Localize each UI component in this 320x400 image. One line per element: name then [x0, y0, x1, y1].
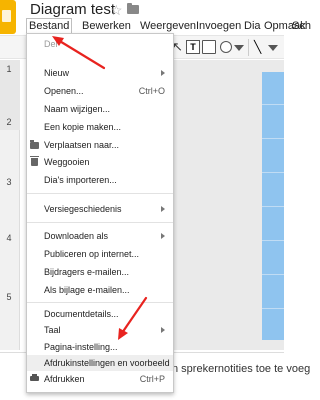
chevron-down-icon[interactable]: [268, 45, 278, 51]
submenu-arrow-icon: [161, 70, 165, 76]
submenu-arrow-icon: [161, 206, 165, 212]
menu-separator: [27, 222, 173, 223]
menu-separator: [27, 193, 173, 194]
menu-bestand[interactable]: Bestand: [26, 18, 73, 34]
menu-schikken[interactable]: Sch: [292, 18, 311, 34]
speaker-notes-placeholder[interactable]: n sprekernotities toe te voeg: [172, 363, 310, 375]
submenu-arrow-icon: [161, 233, 165, 239]
menu-item-bijdragers-emailen[interactable]: Bijdragers e-mailen...: [27, 264, 173, 280]
slides-logo[interactable]: [0, 0, 16, 34]
menu-item-dias-importeren[interactable]: Dia's importeren...: [27, 172, 173, 188]
slide-number: 4: [6, 233, 12, 243]
shortcut-text: Ctrl+P: [139, 374, 165, 384]
star-icon[interactable]: ☆: [110, 1, 123, 19]
menu-item-nieuw[interactable]: Nieuw: [27, 65, 173, 81]
document-title[interactable]: Diagram test: [30, 1, 115, 19]
menu-item-afdrukken[interactable]: Afdrukken Ctrl+P: [27, 371, 173, 387]
menu-item-documentdetails[interactable]: Documentdetails...: [27, 306, 173, 322]
select-cursor-icon[interactable]: ↖: [172, 40, 186, 54]
menu-item-versiegeschiedenis[interactable]: Versiegeschiedenis: [27, 201, 173, 217]
menu-dia[interactable]: Dia: [244, 18, 261, 34]
image-icon[interactable]: [202, 40, 216, 54]
folder-icon: [30, 140, 39, 149]
folder-icon[interactable]: [127, 3, 139, 14]
slide-number: 2: [6, 117, 12, 127]
menu-item-downloaden-als[interactable]: Downloaden als: [27, 228, 173, 244]
shortcut-text: Ctrl+O: [138, 86, 165, 96]
menu-item-afdrukinstellingen[interactable]: Afdrukinstellingen en voorbeeld: [27, 355, 173, 371]
diagram-shape[interactable]: [262, 72, 284, 340]
chevron-down-icon[interactable]: [234, 45, 244, 51]
text-box-icon[interactable]: T: [186, 40, 200, 54]
print-icon: [30, 374, 39, 381]
submenu-arrow-icon: [161, 327, 165, 333]
toolbar-divider: [248, 39, 249, 56]
shape-icon[interactable]: [220, 41, 232, 53]
slide-number: 3: [6, 177, 12, 187]
menu-item-publiceren[interactable]: Publiceren op internet...: [27, 246, 173, 262]
line-icon[interactable]: ╲: [254, 40, 268, 54]
file-menu: Del Nieuw Openen... Ctrl+O Naam wijzigen…: [26, 33, 174, 393]
slide-panel: 1 2 3 4 5: [0, 60, 20, 350]
menu-item-taal[interactable]: Taal: [27, 322, 173, 338]
menu-invoegen[interactable]: Invoegen: [196, 18, 241, 34]
slide-number: 5: [6, 292, 12, 302]
menu-bewerken[interactable]: Bewerken: [82, 18, 131, 34]
menu-weergeven[interactable]: Weergeven: [140, 18, 196, 34]
menu-item-delen[interactable]: Del: [27, 36, 173, 52]
menu-item-weggooien[interactable]: Weggooien: [27, 154, 173, 170]
menu-item-kopie-maken[interactable]: Een kopie maken...: [27, 119, 173, 135]
menu-item-als-bijlage-emailen[interactable]: Als bijlage e-mailen...: [27, 282, 173, 298]
menu-item-verplaatsen[interactable]: Verplaatsen naar...: [27, 137, 173, 153]
menu-item-openen[interactable]: Openen... Ctrl+O: [27, 83, 173, 99]
menu-item-pagina-instelling[interactable]: Pagina-instelling...: [27, 339, 173, 355]
menu-separator: [27, 302, 173, 303]
slide-number: 1: [6, 64, 12, 74]
menu-item-naam-wijzigen[interactable]: Naam wijzigen...: [27, 101, 173, 117]
trash-icon: [30, 156, 39, 166]
